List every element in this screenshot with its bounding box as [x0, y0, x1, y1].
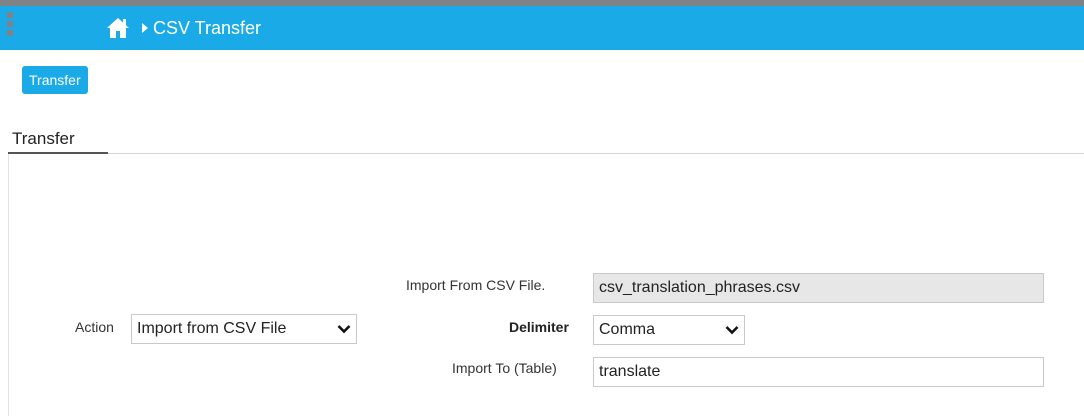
home-icon[interactable]	[106, 17, 130, 39]
action-label: Action	[75, 319, 114, 335]
page-title: CSV Transfer	[153, 18, 262, 38]
tab-transfer[interactable]: Transfer	[8, 128, 108, 154]
action-select-value: Import from CSV File	[137, 320, 287, 337]
delimiter-label: Delimiter	[509, 319, 569, 335]
import-to-label: Import To (Table)	[452, 360, 557, 376]
drag-handle-icon[interactable]	[7, 12, 14, 42]
chevron-down-icon	[337, 325, 351, 334]
tab-strip: Transfer	[8, 128, 1084, 154]
import-to-table-field[interactable]: translate	[593, 357, 1044, 387]
delimiter-select[interactable]: Comma	[593, 315, 745, 345]
import-file-field[interactable]: csv_translation_phrases.csv	[593, 273, 1044, 303]
caret-right-icon	[142, 23, 148, 33]
transfer-button[interactable]: Transfer	[22, 66, 88, 94]
top-bar: CSV Transfer	[0, 0, 1084, 50]
delimiter-select-value: Comma	[599, 321, 656, 338]
import-file-label: Import From CSV File.	[406, 277, 546, 293]
action-select[interactable]: Import from CSV File	[131, 314, 357, 344]
chevron-down-icon	[725, 326, 739, 335]
